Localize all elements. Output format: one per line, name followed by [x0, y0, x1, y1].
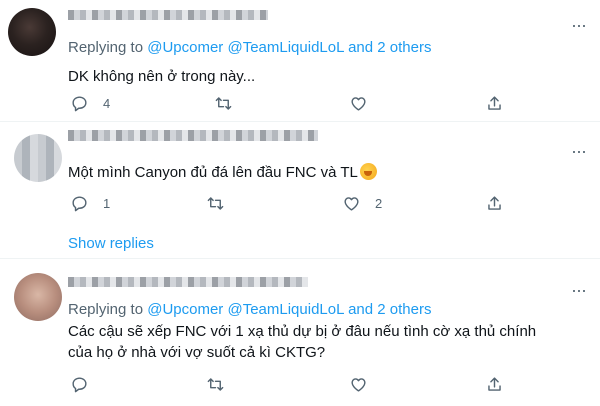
- replying-to: Replying to @Upcomer @TeamLiquidLoL and …: [68, 39, 431, 56]
- reply-count: 1: [103, 196, 111, 211]
- tweet-text-content: Một mình Canyon đủ đá lên đầu FNC và TL: [68, 164, 358, 181]
- avatar[interactable]: [14, 273, 62, 321]
- replying-prefix: Replying to: [68, 301, 144, 318]
- avatar[interactable]: [8, 8, 56, 56]
- replying-to: Replying to @Upcomer @TeamLiquidLoL and …: [68, 301, 431, 318]
- reply-icon: [72, 377, 87, 393]
- mention-link[interactable]: @Upcomer: [147, 301, 223, 318]
- retweet-icon: [207, 378, 224, 391]
- show-replies-link[interactable]: Show replies: [68, 235, 154, 252]
- tweet-text: DK không nên ở trong này...: [68, 68, 256, 85]
- more-icon[interactable]: ···: [571, 281, 587, 299]
- others-link[interactable]: and 2 others: [348, 301, 431, 318]
- retweet-button[interactable]: [206, 375, 225, 394]
- tweet-1[interactable]: ··· Replying to @Upcomer @TeamLiquidLoL …: [0, 0, 600, 121]
- share-icon: [488, 196, 501, 210]
- share-button[interactable]: [485, 194, 504, 213]
- reply-icon: [72, 96, 87, 112]
- reply-button[interactable]: 4: [70, 94, 110, 113]
- like-button[interactable]: [349, 375, 368, 394]
- reply-button[interactable]: 1: [70, 194, 110, 213]
- mention-link[interactable]: @TeamLiquidLoL: [227, 39, 343, 56]
- tweet-3[interactable]: ··· Replying to @Upcomer @TeamLiquidLoL …: [0, 259, 600, 406]
- like-count: 2: [375, 196, 383, 211]
- tweet-2[interactable]: ··· Một mình Canyon đủ đá lên đầu FNC và…: [0, 122, 600, 258]
- author-name-redacted: [68, 10, 268, 20]
- retweet-button[interactable]: [206, 194, 225, 213]
- face-emoji-icon: [359, 163, 377, 180]
- mention-link[interactable]: @Upcomer: [147, 39, 223, 56]
- tweet-text: Các cậu sẽ xếp FNC với 1 xạ thủ dự bị ở …: [68, 321, 568, 363]
- share-button[interactable]: [485, 375, 504, 394]
- avatar[interactable]: [14, 134, 62, 182]
- like-icon: [351, 97, 366, 111]
- reply-count: 4: [103, 96, 111, 111]
- others-link[interactable]: and 2 others: [348, 39, 431, 56]
- share-icon: [488, 96, 501, 110]
- tweet-text: Một mình Canyon đủ đá lên đầu FNC và TL: [68, 162, 488, 183]
- retweet-icon: [207, 197, 224, 210]
- retweet-button[interactable]: [214, 94, 233, 113]
- tweet-text-line: Các cậu sẽ xếp FNC với 1 xạ thủ dự bị ở …: [68, 323, 537, 340]
- author-name-redacted: [68, 130, 318, 141]
- like-button[interactable]: 2: [342, 194, 382, 213]
- share-button[interactable]: [485, 94, 504, 113]
- more-icon[interactable]: ···: [571, 142, 587, 160]
- author-name-redacted: [68, 277, 308, 287]
- reply-icon: [72, 196, 87, 212]
- share-icon: [488, 377, 501, 391]
- retweet-icon: [215, 97, 232, 110]
- tweet-text-line: của họ ở nhà với vợ suốt cả kì CKTG?: [68, 344, 326, 361]
- like-icon: [344, 197, 359, 211]
- more-icon[interactable]: ···: [571, 16, 587, 34]
- like-button[interactable]: [349, 94, 368, 113]
- reply-button[interactable]: [70, 375, 89, 394]
- mention-link[interactable]: @TeamLiquidLoL: [227, 301, 343, 318]
- replying-prefix: Replying to: [68, 39, 144, 56]
- like-icon: [351, 378, 366, 392]
